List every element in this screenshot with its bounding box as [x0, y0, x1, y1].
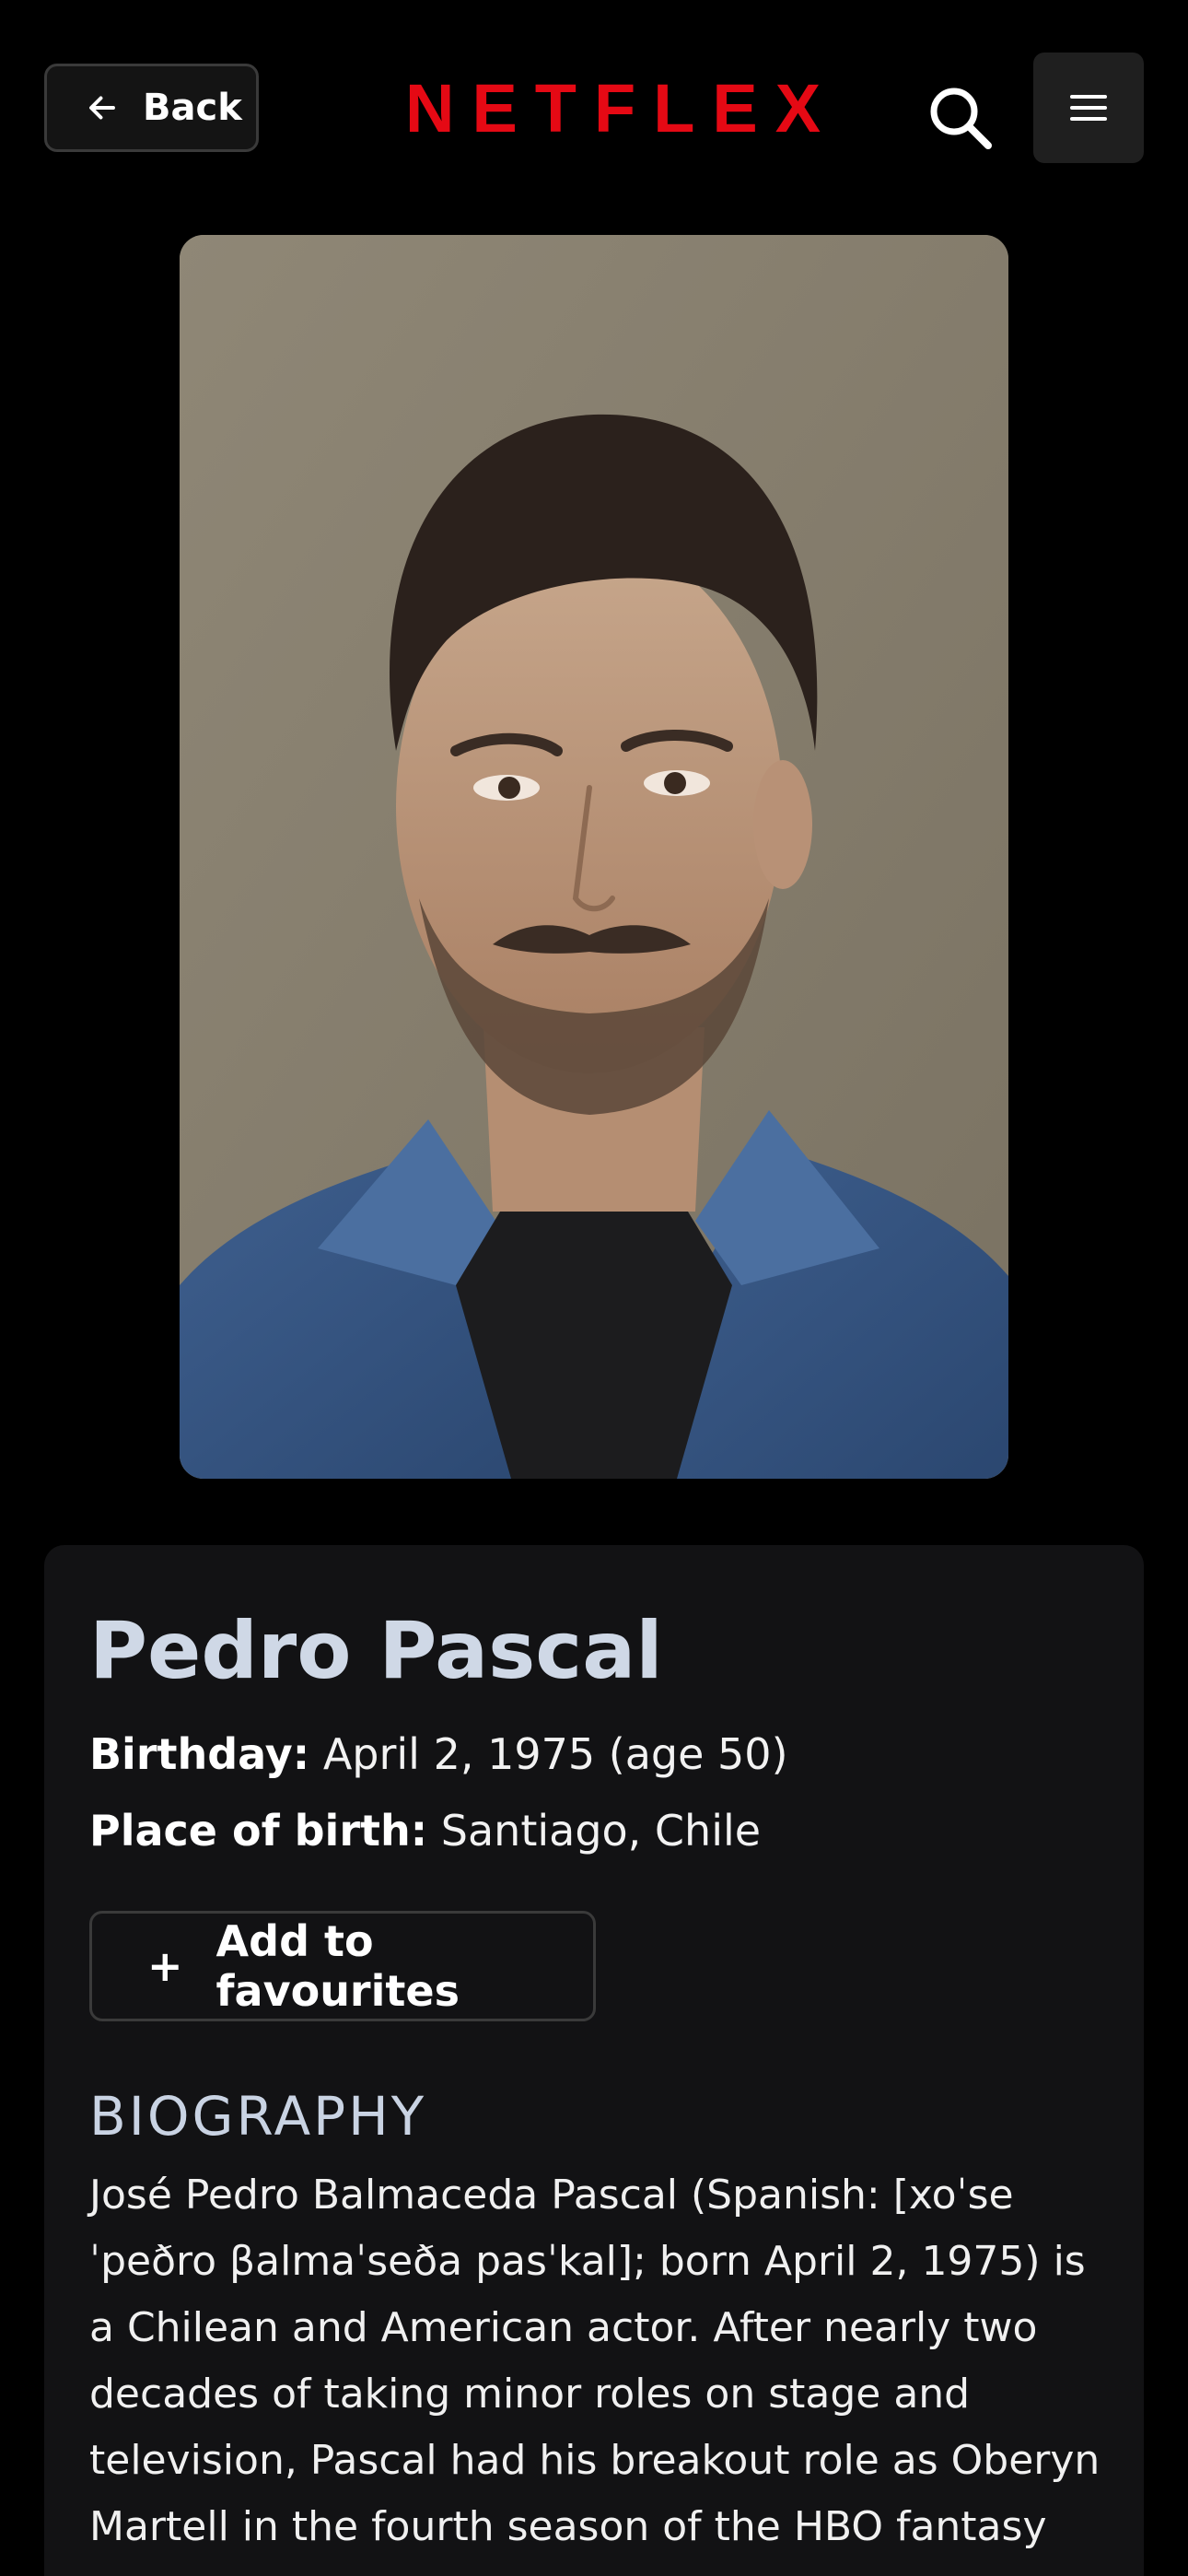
birthday-value: April 2, 1975 (age 50)	[322, 1729, 788, 1779]
plus-icon: +	[147, 1941, 183, 1991]
app-logo[interactable]: NETFLEX	[405, 61, 821, 157]
actor-info-card: Pedro Pascal Birthday: April 2, 1975 (ag…	[44, 1545, 1144, 2576]
birthplace-row: Place of birth: Santiago, Chile	[89, 1803, 761, 1858]
birthplace-label: Place of birth:	[89, 1806, 428, 1856]
add-to-favourites-button[interactable]: + Add to favourites	[89, 1911, 596, 2021]
portrait-image	[180, 235, 1008, 1479]
back-button[interactable]: Back	[44, 64, 259, 152]
actor-detail-page: Back NETFLEX Pedro Pascal Birthday: Apri…	[0, 0, 1188, 2576]
add-to-favourites-label: Add to favourites	[215, 1916, 460, 2016]
biography-text: José Pedro Balmaceda Pascal (Spanish: [x…	[89, 2172, 1101, 2550]
actor-photo	[180, 235, 1008, 1479]
search-icon	[930, 88, 992, 149]
search-button[interactable]	[924, 81, 997, 155]
birthday-label: Birthday:	[89, 1729, 310, 1779]
arrow-left-icon	[89, 96, 115, 120]
menu-button[interactable]	[1033, 53, 1144, 163]
back-label: Back	[143, 87, 242, 129]
birthplace-value: Santiago, Chile	[440, 1806, 762, 1856]
actor-name: Pedro Pascal	[89, 1605, 663, 1697]
hamburger-menu-icon	[1070, 95, 1107, 121]
top-bar: Back NETFLEX	[0, 0, 1188, 221]
biography-heading: BIOGRAPHY	[89, 2085, 427, 2148]
birthday-row: Birthday: April 2, 1975 (age 50)	[89, 1727, 788, 1782]
